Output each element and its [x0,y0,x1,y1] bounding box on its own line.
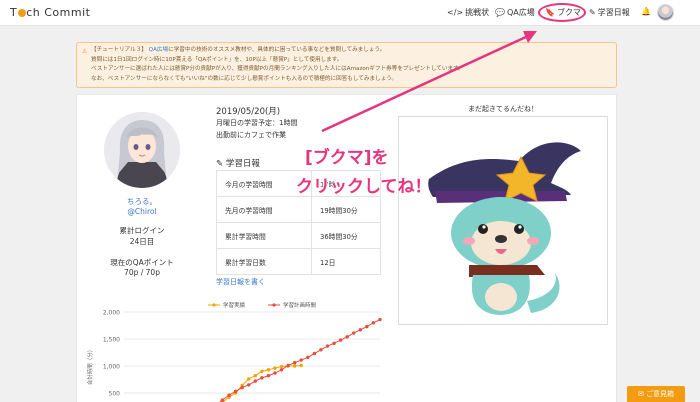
annotation-line-2: クリックしてね！ [296,177,432,197]
feedback-button[interactable]: ✉ ご意見箱 [627,386,685,402]
annotation-arrow [321,31,537,133]
feedback-icon: ✉ [637,390,644,398]
annotation-line-1: [ブクマ]を [305,148,389,168]
